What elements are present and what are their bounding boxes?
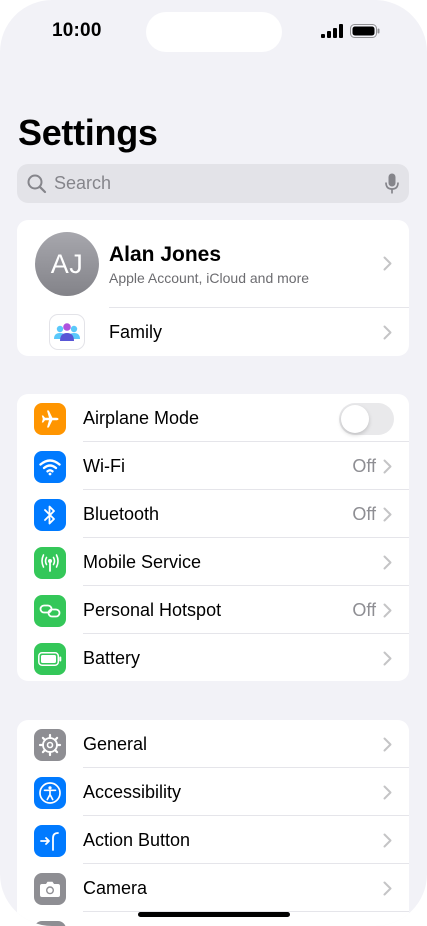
status-bar: 10:00 [0,0,427,64]
home-indicator[interactable] [138,912,290,917]
family-row[interactable]: Family [17,308,409,356]
chevron-right-icon [383,555,392,570]
mobile-service-label: Mobile Service [83,551,202,572]
action-button-icon [34,825,66,857]
bluetooth-row[interactable]: Bluetooth Off [17,490,409,538]
wifi-label: Wi-Fi [83,455,125,476]
chevron-right-icon [383,737,392,752]
general-row[interactable]: General [17,720,409,768]
general-label: General [83,733,148,754]
connectivity-group: Airplane Mode Wi-Fi Off Bluetooth Off Mo… [17,394,409,681]
toggle-knob [341,405,369,433]
airplane-mode-label: Airplane Mode [83,407,200,428]
personal-hotspot-value: Off [352,599,376,620]
search-icon [27,174,47,193]
mobile-service-row[interactable]: Mobile Service [17,538,409,586]
avatar-initials: AJ [50,248,84,279]
dynamic-island [146,12,282,52]
action-button-label: Action Button [83,829,191,850]
personal-hotspot-label: Personal Hotspot [83,599,222,620]
chevron-right-icon [383,603,392,618]
chevron-right-icon [383,833,392,848]
antenna-icon [34,547,66,579]
camera-icon [34,873,66,905]
battery-row[interactable]: Battery [17,634,409,681]
chevron-right-icon [383,881,392,896]
chevron-right-icon [383,459,392,474]
personal-hotspot-row[interactable]: Personal Hotspot Off [17,586,409,634]
account-row[interactable]: AJ Alan Jones Apple Account, iCloud and … [17,220,409,308]
chevron-right-icon [383,256,392,271]
status-icons [321,24,380,38]
accessibility-label: Accessibility [83,781,182,802]
account-group: AJ Alan Jones Apple Account, iCloud and … [17,220,409,356]
camera-row[interactable]: Camera [17,864,409,912]
battery-icon [34,643,66,675]
status-time: 10:00 [52,20,102,41]
phone-screen: 10:00 Settings Search AJ Alan Jones Appl… [0,0,427,926]
chevron-right-icon [383,507,392,522]
search-field[interactable]: Search [17,164,409,203]
family-icon [49,314,85,350]
gear-icon [34,729,66,761]
hotspot-link-icon [34,595,66,627]
battery-label: Battery [83,647,141,668]
chevron-right-icon [383,651,392,666]
partial-row-icon [34,921,66,926]
airplane-mode-row: Airplane Mode [17,394,409,442]
microphone-icon[interactable] [385,173,399,195]
account-name: Alan Jones [109,243,222,266]
wifi-value: Off [352,455,376,476]
airplane-icon [34,403,66,435]
avatar: AJ [35,232,99,296]
bluetooth-value: Off [352,503,376,524]
system-group: General Accessibility Action Button Came… [17,720,409,926]
wifi-row[interactable]: Wi-Fi Off [17,442,409,490]
accessibility-icon [34,777,66,809]
bluetooth-icon [34,499,66,531]
wifi-icon [34,451,66,483]
family-label: Family [109,322,162,342]
action-button-row[interactable]: Action Button [17,816,409,864]
signal-icon [321,24,343,38]
chevron-right-icon [383,785,392,800]
battery-status-icon [350,24,380,38]
camera-label: Camera [83,877,148,898]
account-subtitle: Apple Account, iCloud and more [109,270,310,286]
accessibility-row[interactable]: Accessibility [17,768,409,816]
chevron-right-icon [383,325,392,340]
page-title: Settings [18,112,158,153]
bluetooth-label: Bluetooth [83,503,160,524]
airplane-mode-toggle[interactable] [339,403,394,435]
search-placeholder: Search [54,173,112,193]
